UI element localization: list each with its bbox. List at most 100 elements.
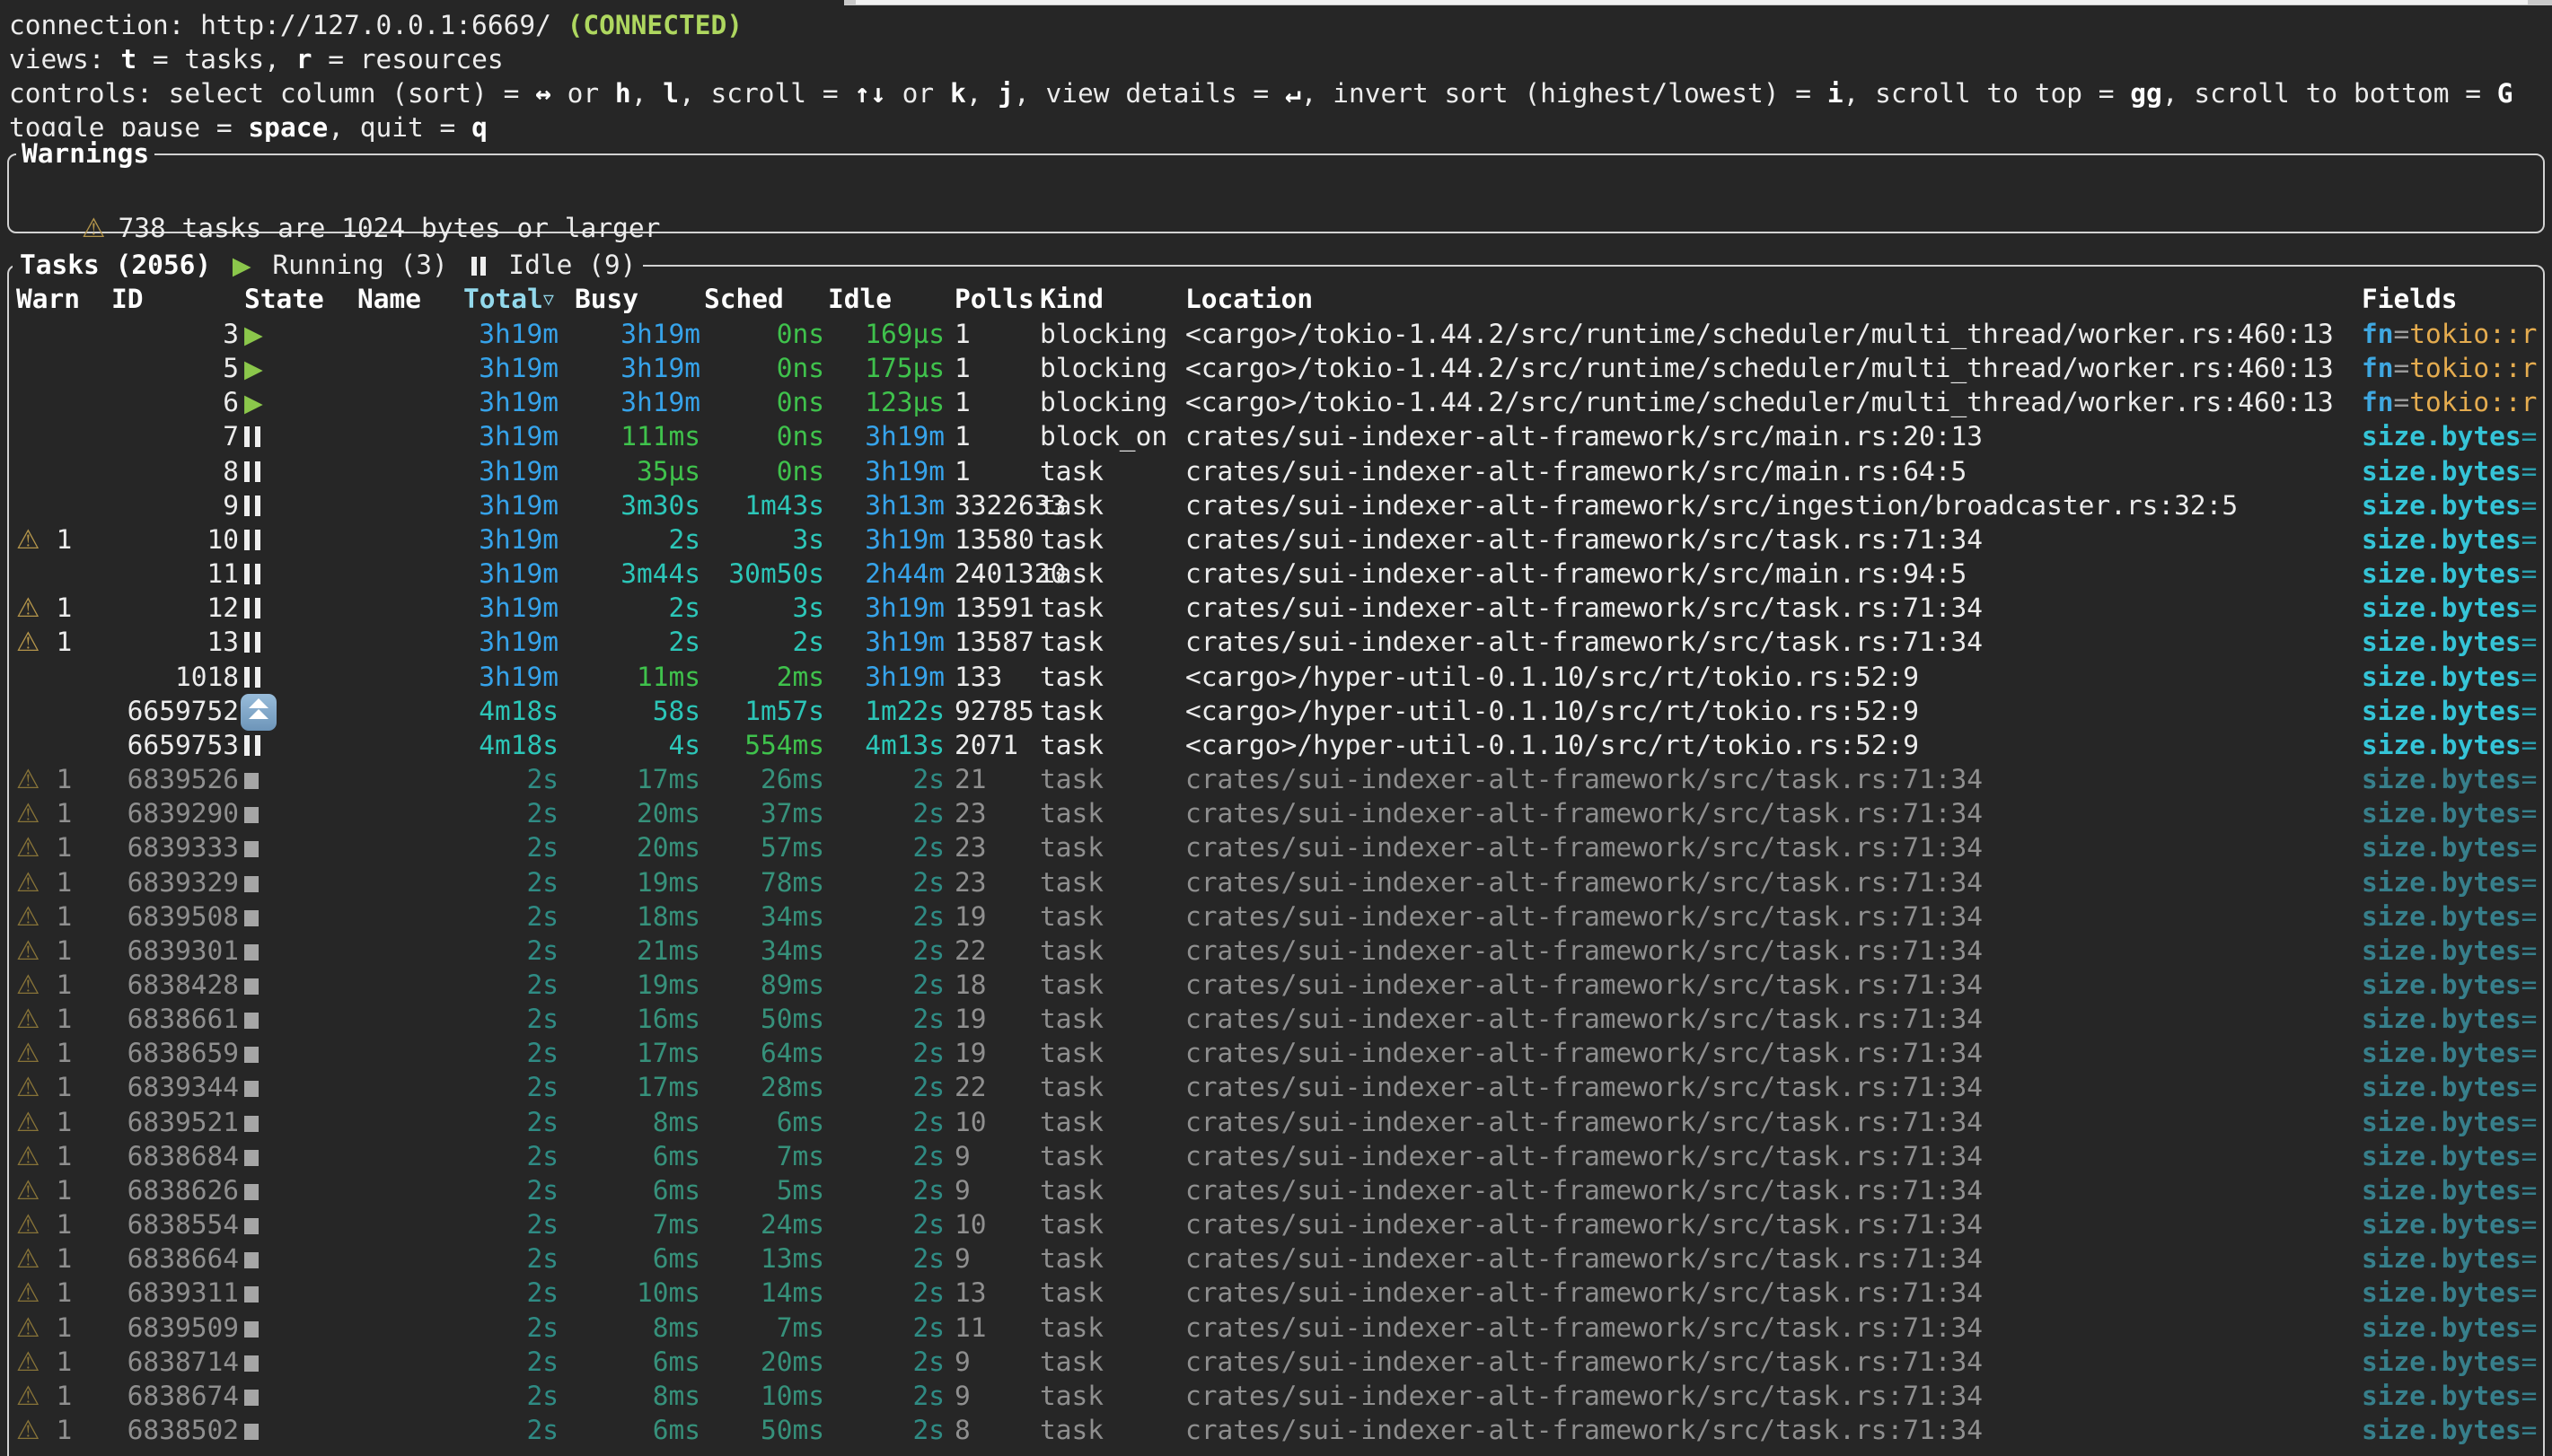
field-key: size.bytes <box>2362 1141 2521 1171</box>
state-completed-icon <box>244 1321 259 1338</box>
column-header-fields[interactable]: Fields <box>2362 282 2552 316</box>
state-completed-icon <box>244 1355 259 1372</box>
cell-kind: task <box>1040 762 1184 796</box>
cell-id: 6839333 <box>90 830 239 864</box>
cell-idle: 2s <box>828 899 945 934</box>
duration-value: 58s <box>653 696 700 726</box>
column-header-id[interactable]: ID <box>111 282 144 316</box>
task-row[interactable]: ⚠168395262s17ms26ms2s21taskcrates/sui-in… <box>0 762 2552 796</box>
task-row[interactable]: 113h19m3m44s30m50s2h44m2401320taskcrates… <box>0 557 2552 591</box>
duration-value: 2s <box>526 1175 559 1206</box>
warn-count: 1 <box>56 1004 72 1034</box>
warn-count: 1 <box>56 901 72 932</box>
task-row[interactable]: ⚠168395212s8ms6ms2s10taskcrates/sui-inde… <box>0 1105 2552 1139</box>
task-row[interactable]: ⚠168386642s6ms13ms2s9taskcrates/sui-inde… <box>0 1241 2552 1276</box>
duration-value: 2s <box>526 764 559 794</box>
task-row[interactable]: 10183h19m11ms2ms3h19m133task<cargo>/hype… <box>0 660 2552 694</box>
task-row[interactable]: 3▶3h19m3h19m0ns169µs1blocking<cargo>/tok… <box>0 317 2552 351</box>
state-idle-icon <box>244 598 260 618</box>
column-header-name[interactable]: Name <box>357 282 456 316</box>
cell-id: 6838684 <box>90 1139 239 1173</box>
cell-sched: 34ms <box>704 899 824 934</box>
warn-count: 1 <box>56 798 72 829</box>
cell-kind: task <box>1040 1276 1184 1310</box>
task-row[interactable]: ⚠168395082s18ms34ms2s19taskcrates/sui-in… <box>0 899 2552 934</box>
cell-location: crates/sui-indexer-alt-framework/src/tas… <box>1185 762 2363 796</box>
cell-total: 2s <box>463 1379 559 1413</box>
field-equals: = <box>2521 490 2538 521</box>
task-row[interactable]: 66597534m18s4s554ms4m13s2071task<cargo>/… <box>0 728 2552 762</box>
cell-idle: 2s <box>828 968 945 1002</box>
task-row[interactable]: ⚠168386592s17ms64ms2s19taskcrates/sui-in… <box>0 1036 2552 1070</box>
duration-value: 17ms <box>637 764 700 794</box>
cell-location: crates/sui-indexer-alt-framework/src/tas… <box>1185 1345 2363 1379</box>
task-row[interactable]: ⚠168393112s10ms14ms2s13taskcrates/sui-in… <box>0 1276 2552 1310</box>
help-text: , scroll to bottom = <box>2162 78 2497 109</box>
cell-idle: 2s <box>828 1207 945 1241</box>
column-header-total[interactable]: Total▿ <box>463 282 559 316</box>
task-row[interactable]: ⚠168386262s6ms5ms2s9taskcrates/sui-index… <box>0 1173 2552 1207</box>
duration-value: 2s <box>912 1209 945 1240</box>
duration-value: 28ms <box>761 1072 824 1102</box>
task-row[interactable]: ⚠1123h19m2s3s3h19m13591taskcrates/sui-in… <box>0 591 2552 625</box>
cell-location: crates/sui-indexer-alt-framework/src/tas… <box>1185 899 2363 934</box>
task-row[interactable]: ⚠1133h19m2s2s3h19m13587taskcrates/sui-in… <box>0 625 2552 659</box>
duration-value: 2s <box>526 798 559 829</box>
cell-idle: 2s <box>828 1105 945 1139</box>
task-row[interactable]: ⚠1103h19m2s3s3h19m13580taskcrates/sui-in… <box>0 522 2552 557</box>
column-header-loc[interactable]: Location <box>1185 282 2363 316</box>
task-row[interactable]: 73h19m111ms0ns3h19m1block_oncrates/sui-i… <box>0 419 2552 453</box>
task-row[interactable]: ⚠168393442s17ms28ms2s22taskcrates/sui-in… <box>0 1070 2552 1104</box>
task-row[interactable]: 6▶3h19m3h19m0ns123µs1blocking<cargo>/tok… <box>0 385 2552 419</box>
task-row[interactable]: 83h19m35µs0ns3h19m1taskcrates/sui-indexe… <box>0 454 2552 488</box>
duration-value: 4m18s <box>479 730 559 760</box>
duration-value: 1m22s <box>865 696 945 726</box>
help-text: , view details = <box>1014 78 1285 109</box>
task-row[interactable]: ⚠168385542s7ms24ms2s10taskcrates/sui-ind… <box>0 1207 2552 1241</box>
cell-sched: 13ms <box>704 1241 824 1276</box>
task-row[interactable]: ⚠168386742s8ms10ms2s9taskcrates/sui-inde… <box>0 1379 2552 1413</box>
cell-id: 6659752 <box>90 694 239 728</box>
task-row[interactable]: ⚠168392902s20ms37ms2s23taskcrates/sui-in… <box>0 796 2552 830</box>
column-header-sched[interactable]: Sched <box>704 282 824 316</box>
task-row[interactable]: ⚠168385022s6ms50ms2s8taskcrates/sui-inde… <box>0 1413 2552 1447</box>
column-header-idle[interactable]: Idle <box>828 282 945 316</box>
field-key: size.bytes <box>2362 456 2521 487</box>
state-idle-icon <box>244 496 260 516</box>
help-text: views: <box>9 44 120 75</box>
duration-value: 6ms <box>653 1346 700 1377</box>
warning-triangle-icon: ⚠ <box>16 832 40 863</box>
task-row[interactable]: ⚠168386842s6ms7ms2s9taskcrates/sui-index… <box>0 1139 2552 1173</box>
cell-kind: task <box>1040 1002 1184 1036</box>
cell-total: 4m18s <box>463 694 559 728</box>
field-equals: = <box>2521 1277 2538 1308</box>
task-row[interactable]: 66597524m18s58s1m57s1m22s92785task<cargo… <box>0 694 2552 728</box>
cell-busy: 11ms <box>575 660 700 694</box>
task-row[interactable]: ⚠168393012s21ms34ms2s22taskcrates/sui-in… <box>0 934 2552 968</box>
column-header-warn[interactable]: Warn <box>16 282 88 316</box>
duration-value: 19ms <box>637 867 700 898</box>
task-row[interactable]: ⚠168393332s20ms57ms2s23taskcrates/sui-in… <box>0 830 2552 864</box>
cell-warn: ⚠1 <box>16 1241 88 1276</box>
cell-location: crates/sui-indexer-alt-framework/src/tas… <box>1185 968 2363 1002</box>
cell-location: crates/sui-indexer-alt-framework/src/tas… <box>1185 1413 2363 1447</box>
state-completed-icon <box>244 773 259 789</box>
cell-idle: 2s <box>828 1276 945 1310</box>
task-row[interactable]: ⚠168387142s6ms20ms2s9taskcrates/sui-inde… <box>0 1345 2552 1379</box>
state-completed-icon <box>244 1081 259 1097</box>
task-row[interactable]: ⚠168395092s8ms7ms2s11taskcrates/sui-inde… <box>0 1311 2552 1345</box>
warning-triangle-icon: ⚠ <box>16 867 40 898</box>
column-header-busy[interactable]: Busy <box>575 282 700 316</box>
task-row[interactable]: ⚠168393292s19ms78ms2s23taskcrates/sui-in… <box>0 865 2552 899</box>
cell-kind: block_on <box>1040 419 1184 453</box>
column-header-kind[interactable]: Kind <box>1040 282 1184 316</box>
duration-value: 21ms <box>637 935 700 966</box>
duration-value: 37ms <box>761 798 824 829</box>
task-row[interactable]: ⚠168384282s19ms89ms2s18taskcrates/sui-in… <box>0 968 2552 1002</box>
task-row[interactable]: 5▶3h19m3h19m0ns175µs1blocking<cargo>/tok… <box>0 351 2552 385</box>
task-row[interactable]: ⚠168386612s16ms50ms2s19taskcrates/sui-in… <box>0 1002 2552 1036</box>
column-header-state[interactable]: State <box>244 282 352 316</box>
cell-state: ▶ <box>244 351 352 387</box>
warn-count: 1 <box>56 832 72 863</box>
task-row[interactable]: 93h19m3m30s1m43s3h13m3322633taskcrates/s… <box>0 488 2552 522</box>
